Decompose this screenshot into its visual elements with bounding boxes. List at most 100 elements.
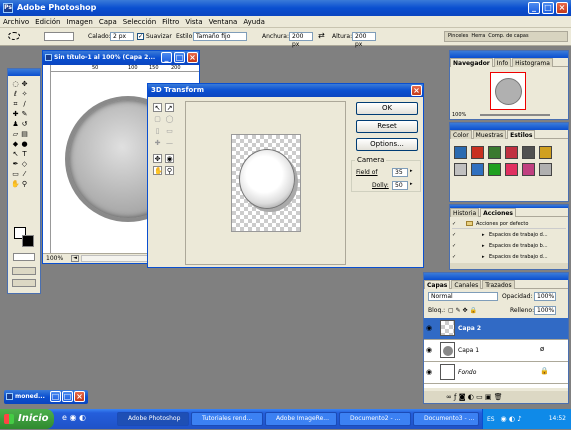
style-swatch-1[interactable] (454, 146, 467, 159)
well-comp-capas[interactable]: Comp. de capas (488, 33, 528, 39)
pan-camera-tool-icon[interactable]: ✥ (153, 154, 162, 163)
minimize-button[interactable]: _ (528, 2, 540, 14)
lasso-tool[interactable]: ℓ (11, 90, 20, 99)
selection-mode-icons[interactable] (44, 32, 74, 41)
lock-icons[interactable]: ▢ ✎ ✥ 🔒 (448, 307, 477, 314)
style-swatch-6[interactable] (539, 146, 552, 159)
fill-input[interactable]: 100% (534, 306, 556, 315)
tab-histograma[interactable]: Histograma (512, 58, 553, 67)
trackball-tool-icon[interactable]: ◉ (165, 154, 174, 163)
fov-arrow-icon[interactable]: ▸ (410, 168, 413, 174)
min-close-button[interactable]: × (74, 391, 85, 402)
tab-trazados[interactable]: Trazados (482, 280, 515, 289)
action-check-icon[interactable]: ✓ (452, 252, 456, 262)
convert-point-tool-icon[interactable]: ▭ (165, 127, 174, 136)
menu-ayuda[interactable]: Ayuda (240, 16, 268, 26)
cube-tool-icon[interactable]: ▢ (153, 115, 162, 124)
min-restore-button[interactable]: □ (50, 391, 61, 402)
taskbar-documento2[interactable]: Documento2 - ... (339, 412, 411, 426)
menu-filtro[interactable]: Filtro (159, 16, 182, 26)
maximize-button[interactable]: □ (542, 2, 554, 14)
tray-icons[interactable]: ◉ ◐ ♪ (501, 415, 522, 423)
cylinder-tool-icon[interactable]: ▯ (153, 127, 162, 136)
suavizar-checkbox[interactable]: ✓ (137, 33, 144, 40)
reset-button[interactable]: Reset (356, 120, 418, 133)
action-row-1[interactable]: ✓ Acciones por defecto (452, 219, 566, 229)
doc-maximize-button[interactable]: □ (174, 52, 185, 63)
status-arrow-icon[interactable]: ◄ (71, 255, 79, 262)
menu-imagen[interactable]: Imagen (64, 16, 96, 26)
style-swatch-10[interactable] (505, 163, 518, 176)
minimized-document[interactable]: moned... □ □ × (4, 390, 88, 404)
layers-footer[interactable]: ∞ ƒ ◙ ◐ ▭ ▣ 🗑 (424, 391, 568, 403)
zoom-tool-icon[interactable]: ⚲ (165, 166, 174, 175)
dialog-close-button[interactable]: × (411, 85, 422, 96)
tab-canales[interactable]: Canales (451, 280, 482, 289)
action-check-icon[interactable]: ✓ (452, 219, 456, 229)
slice-tool[interactable]: ∕ (20, 100, 29, 109)
style-swatch-11[interactable] (522, 163, 535, 176)
notes-tool[interactable]: ▭ (11, 170, 20, 179)
action-check-icon[interactable]: ✓ (452, 230, 456, 240)
actions-footer[interactable] (450, 263, 568, 269)
eyedropper-tool[interactable]: ⁄ (20, 170, 29, 179)
layer-effects-icon[interactable]: ø (540, 345, 544, 353)
language-indicator[interactable]: ES (487, 416, 495, 423)
selection-tool-icon[interactable]: ↖ (153, 103, 162, 112)
swap-icon[interactable]: ⇄ (318, 31, 325, 40)
shape-tool[interactable]: ◇ (20, 160, 29, 169)
taskbar-documento3[interactable]: Documento3 - ... (413, 412, 479, 426)
estilo-select[interactable]: Tamaño fijo (193, 32, 247, 41)
tab-capas[interactable]: Capas (424, 280, 451, 289)
path-select-tool[interactable]: ↖ (11, 150, 20, 159)
taskbar-imageready[interactable]: Adobe ImageRe... (265, 412, 337, 426)
zoom-tool[interactable]: ⚲ (20, 180, 29, 189)
add-anchor-tool-icon[interactable]: ✚ (153, 139, 162, 148)
ellipse-marquee-icon[interactable] (8, 32, 20, 40)
jump-to-button[interactable] (12, 279, 36, 287)
options-button[interactable]: Options... (356, 138, 418, 151)
tab-navegador[interactable]: Navegador (450, 58, 493, 67)
altura-input[interactable]: 200 px (352, 32, 376, 48)
eraser-tool[interactable]: ▱ (11, 130, 20, 139)
navigator-thumbnail[interactable] (490, 72, 526, 110)
menu-capa[interactable]: Capa (96, 16, 120, 26)
tab-acciones[interactable]: Acciones (480, 208, 516, 217)
dolly-arrow-icon[interactable]: ▸ (410, 181, 413, 187)
history-brush-tool[interactable]: ↺ (20, 120, 29, 129)
action-row-3[interactable]: ✓ ▸ Espacios de trabajo b... (452, 241, 566, 251)
action-row-2[interactable]: ✓ ▸ Espacios de trabajo d... (452, 230, 566, 240)
screen-mode-buttons[interactable] (12, 267, 36, 275)
taskbar-tutoriales[interactable]: Tutoriales rend... (191, 412, 263, 426)
eye-icon[interactable]: ◉ (426, 346, 434, 354)
style-swatch-2[interactable] (471, 146, 484, 159)
quick-mask-buttons[interactable] (13, 253, 35, 261)
start-button[interactable]: Inicio (0, 409, 54, 429)
style-swatch-12[interactable] (539, 163, 552, 176)
action-check-icon[interactable]: ✓ (452, 241, 456, 251)
hand-tool[interactable]: ✋ (11, 180, 20, 189)
blend-mode-select[interactable]: Normal (428, 292, 498, 301)
tab-color[interactable]: Color (450, 130, 472, 139)
tab-historia[interactable]: Historia (450, 208, 480, 217)
sphere-tool-icon[interactable]: ◯ (165, 115, 174, 124)
tab-info[interactable]: Info (493, 58, 512, 67)
crop-tool[interactable]: ⌗ (11, 100, 20, 109)
pen-tool[interactable]: ✒ (11, 160, 20, 169)
gradient-tool[interactable]: ▤ (20, 130, 29, 139)
menu-archivo[interactable]: Archivo (0, 16, 32, 26)
delete-anchor-tool-icon[interactable]: — (165, 139, 174, 148)
fov-input[interactable]: 35 (392, 168, 408, 177)
expand-triangle-icon[interactable]: ▸ (482, 230, 485, 240)
doc-minimize-button[interactable]: _ (161, 52, 172, 63)
style-swatch-9[interactable] (488, 163, 501, 176)
eye-icon[interactable]: ◉ (426, 368, 434, 376)
stamp-tool[interactable]: ♟ (11, 120, 20, 129)
layer-row-capa1[interactable]: ◉ Capa 1 ø (424, 340, 568, 362)
dodge-tool[interactable]: ● (20, 140, 29, 149)
marquee-tool[interactable]: ◌ (11, 80, 20, 89)
doc-close-button[interactable]: × (187, 52, 198, 63)
menu-edicion[interactable]: Edición (32, 16, 63, 26)
hand-tool-icon[interactable]: ✋ (153, 166, 163, 175)
close-button[interactable]: × (556, 2, 568, 14)
